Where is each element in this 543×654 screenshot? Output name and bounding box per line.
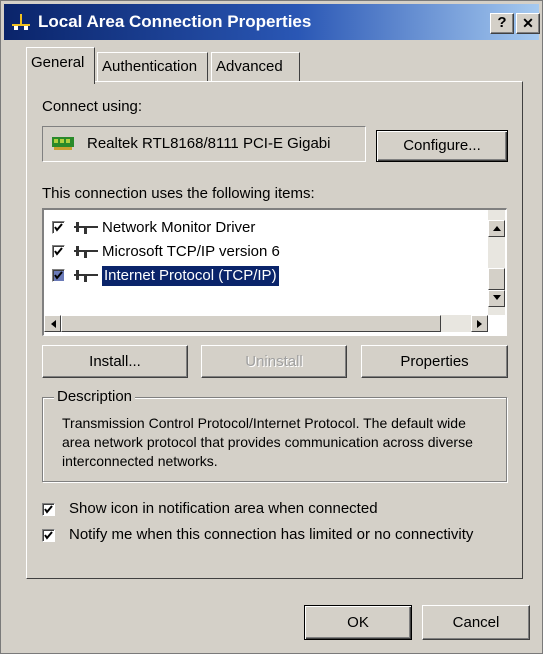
notify-me-label: Notify me when this connection has limit… [69,526,474,543]
arrow-right-icon [477,320,482,328]
ok-button-label: OK [347,614,369,631]
item-checkbox[interactable] [52,245,65,258]
tab-general-label: General [31,54,85,71]
horizontal-scroll-thumb[interactable] [61,315,441,332]
install-button[interactable]: Install... [42,345,188,378]
close-button[interactable]: ✕ [516,13,540,34]
network-connection-icon [12,14,30,30]
arrow-up-icon [493,226,501,231]
window-title: Local Area Connection Properties [38,12,312,31]
show-icon-label: Show icon in notification area when conn… [69,500,378,517]
configure-button[interactable]: Configure... [376,130,508,162]
arrow-left-icon [51,320,56,328]
tab-authentication[interactable]: Authentication [97,52,208,82]
item-label: Microsoft TCP/IP version 6 [102,243,280,260]
network-component-icon [74,270,98,282]
item-checkbox[interactable] [52,269,65,282]
configure-button-label: Configure... [403,137,481,154]
notify-me-checkbox[interactable] [42,529,55,542]
install-button-label: Install... [89,353,141,370]
help-button[interactable]: ? [490,13,514,34]
scroll-down-button[interactable] [488,290,505,307]
connect-using-label: Connect using: [42,98,143,115]
item-label: Internet Protocol (TCP/IP) [101,265,280,287]
items-label: This connection uses the following items… [42,185,315,202]
cancel-button-label: Cancel [452,614,500,631]
arrow-down-icon [493,295,501,300]
ok-button[interactable]: OK [304,605,412,640]
description-text: Transmission Control Protocol/Internet P… [62,415,473,469]
components-list[interactable]: Network Monitor Driver Microsoft TCP/IP … [42,208,507,336]
description-title: Description [54,388,136,405]
adapter-field: Realtek RTL8168/8111 PCI-E Gigabi [42,126,366,162]
network-adapter-icon [52,137,74,150]
properties-button-label: Properties [400,353,469,370]
scroll-left-button[interactable] [44,315,61,332]
scroll-up-button[interactable] [488,220,505,237]
close-icon: ✕ [522,15,534,31]
cancel-button[interactable]: Cancel [422,605,530,640]
network-component-icon [74,246,98,258]
uninstall-button[interactable]: Uninstall [201,345,347,378]
network-component-icon [74,222,98,234]
scroll-right-button[interactable] [471,315,488,332]
adapter-name: Realtek RTL8168/8111 PCI-E Gigabi [87,135,331,152]
tab-advanced[interactable]: Advanced [211,52,300,82]
tab-general[interactable]: General [26,47,95,84]
show-icon-checkbox[interactable] [42,503,55,516]
item-checkbox[interactable] [52,221,65,234]
properties-dialog: Local Area Connection Properties ? ✕ Gen… [0,0,543,654]
uninstall-button-label: Uninstall [245,353,303,370]
scroll-thumb[interactable] [488,268,505,290]
tab-advanced-label: Advanced [216,58,283,75]
tab-authentication-label: Authentication [102,58,198,75]
item-label: Network Monitor Driver [102,219,256,236]
properties-button[interactable]: Properties [361,345,508,378]
title-bar[interactable]: Local Area Connection Properties ? ✕ [4,4,540,40]
